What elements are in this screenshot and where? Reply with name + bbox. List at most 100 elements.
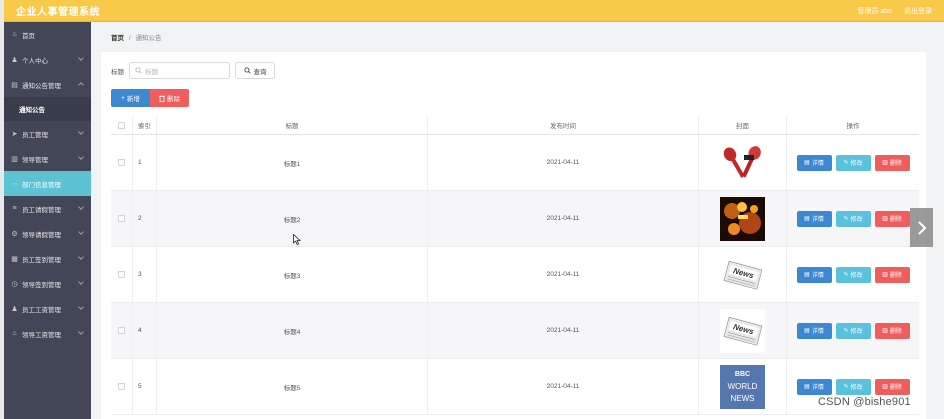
table-row: 3 标题3 2021-04-11 News ▤ 详情 ✎ 修改 ▥ 删除 — [111, 247, 919, 303]
row-title: 标题3 — [157, 247, 428, 302]
row-title: 标题1 — [157, 135, 428, 190]
sidebar-item-3[interactable]: 通知公告 — [4, 97, 91, 121]
toolbar: + 新增 删除 — [111, 89, 189, 107]
edit-icon: ✎ — [843, 328, 849, 334]
row-date: 2021-04-11 — [428, 247, 699, 302]
row-cover-image: News — [699, 247, 787, 302]
edit-label: 修改 — [850, 217, 863, 223]
trash-icon: ▥ — [882, 216, 888, 222]
delete-label: 删除 — [889, 273, 902, 279]
plus-icon: + — [121, 94, 125, 102]
row-cover-image: BBC WORLD NEWS — [699, 359, 787, 414]
sidebar-item-label: 个人中心 — [22, 57, 48, 65]
row-date: 2021-04-11 — [428, 303, 699, 358]
delete-button[interactable]: ▥ 删除 — [874, 322, 910, 339]
sidebar-item-1[interactable]: ♟ 个人中心 — [4, 47, 91, 72]
mouse-cursor-icon — [293, 234, 301, 245]
row-select[interactable] — [111, 359, 133, 414]
search-button[interactable]: 查询 — [235, 62, 275, 79]
sidebar-item-0[interactable]: ⌂ 首页 — [4, 22, 91, 47]
sidebar-item-label: 领导工资管理 — [22, 331, 61, 339]
detail-button[interactable]: ▤ 详情 — [796, 266, 832, 283]
search-bar: 标题 标题 查询 — [111, 62, 275, 79]
sidebar-item-5[interactable]: ▥ 领导管理 — [4, 146, 91, 171]
row-actions: ▤ 详情 ✎ 修改 ▥ 删除 — [787, 191, 919, 246]
row-checkbox[interactable] — [118, 215, 125, 222]
header-select-all[interactable] — [111, 116, 133, 134]
edit-button[interactable]: ✎ 修改 — [835, 266, 871, 283]
batch-delete-button[interactable]: 删除 — [150, 89, 189, 107]
svg-text:BBC: BBC — [735, 371, 750, 378]
select-all-checkbox[interactable] — [118, 121, 125, 129]
detail-label: 详情 — [811, 385, 824, 391]
delete-button[interactable]: ▥ 删除 — [874, 210, 910, 227]
header-index: 索引 — [133, 116, 157, 134]
next-page-arrow[interactable] — [910, 208, 933, 247]
row-index: 1 — [133, 135, 157, 190]
home-icon: ⌂ — [12, 31, 17, 38]
search-input[interactable]: 标题 — [129, 62, 230, 79]
row-checkbox[interactable] — [118, 159, 125, 166]
row-checkbox[interactable] — [118, 327, 125, 334]
search-icon — [243, 67, 251, 74]
table-header: 索引 标题 发布时间 封面 操作 — [111, 116, 919, 135]
row-index: 5 — [133, 359, 157, 414]
detail-button[interactable]: ▤ 详情 — [796, 378, 832, 395]
row-select[interactable] — [111, 247, 133, 302]
row-checkbox[interactable] — [118, 383, 125, 390]
edit-label: 修改 — [850, 329, 863, 335]
detail-button[interactable]: ▤ 详情 — [796, 210, 832, 227]
sidebar-item-12[interactable]: ⌂ 领导工资管理 — [4, 321, 91, 346]
notice-icon: ▤ — [11, 81, 18, 89]
edit-button[interactable]: ✎ 修改 — [835, 210, 871, 227]
sidebar-item-label: 员工管理 — [22, 131, 48, 139]
delete-button[interactable]: ▥ 删除 — [874, 154, 910, 171]
search-icon — [135, 67, 142, 74]
edit-label: 修改 — [850, 385, 863, 391]
user-label: 管理员 abo — [857, 7, 892, 15]
user-icon: ♟ — [11, 56, 18, 64]
row-date: 2021-04-11 — [428, 135, 699, 190]
sidebar-item-label: 领导管理 — [22, 156, 48, 164]
row-select[interactable] — [111, 303, 133, 358]
delete-button[interactable]: ▥ 删除 — [874, 378, 910, 395]
svg-text:NEWS: NEWS — [731, 394, 755, 403]
sidebar-item-6[interactable]: ▭ 部门信息管理 — [4, 171, 91, 196]
row-index: 3 — [133, 247, 157, 302]
header-title: 标题 — [157, 116, 428, 134]
logout-link[interactable]: 退出登录 — [904, 6, 932, 16]
row-index: 4 — [133, 303, 157, 358]
row-cover-image — [699, 135, 787, 190]
sidebar-item-7[interactable]: ≡ 员工请假管理 — [4, 196, 91, 221]
delete-button[interactable]: ▥ 删除 — [874, 266, 910, 283]
row-select[interactable] — [111, 135, 133, 190]
sidebar-item-2[interactable]: ▤ 通知公告管理 — [4, 72, 91, 97]
row-title: 标题5 — [157, 359, 428, 414]
send-icon: ➤ — [11, 130, 18, 138]
sidebar-item-10[interactable]: ◷ 领导签到管理 — [4, 271, 91, 296]
detail-label: 详情 — [811, 329, 824, 335]
row-checkbox[interactable] — [118, 271, 125, 278]
edit-button[interactable]: ✎ 修改 — [835, 322, 871, 339]
chevron-down-icon — [78, 154, 84, 160]
sidebar-item-8[interactable]: ⚙ 领导请假管理 — [4, 221, 91, 246]
chevron-down-icon — [78, 254, 84, 260]
watermark: CSDN @bishe901 — [818, 396, 911, 408]
detail-button[interactable]: ▤ 详情 — [796, 154, 832, 171]
edit-button[interactable]: ✎ 修改 — [835, 154, 871, 171]
edit-icon: ✎ — [843, 384, 849, 390]
sidebar-item-4[interactable]: ➤ 员工管理 — [4, 121, 91, 146]
sidebar-item-label: 员工工资管理 — [22, 306, 61, 314]
sidebar-item-11[interactable]: ♟ 员工工资管理 — [4, 296, 91, 321]
detail-icon: ▤ — [804, 160, 810, 166]
breadcrumb-home[interactable]: 首页 — [111, 35, 124, 42]
top-bar: 企业人事管理系统 管理员 abo 退出登录 — [4, 0, 944, 22]
row-select[interactable] — [111, 191, 133, 246]
chevron-down-icon — [78, 204, 84, 210]
sidebar-item-9[interactable]: ▦ 员工签到管理 — [4, 246, 91, 271]
trash-icon: ▥ — [882, 160, 888, 166]
edit-button[interactable]: ✎ 修改 — [835, 378, 871, 395]
trash-icon: ▥ — [882, 384, 888, 390]
detail-button[interactable]: ▤ 详情 — [796, 322, 832, 339]
add-button[interactable]: + 新增 — [111, 89, 150, 107]
